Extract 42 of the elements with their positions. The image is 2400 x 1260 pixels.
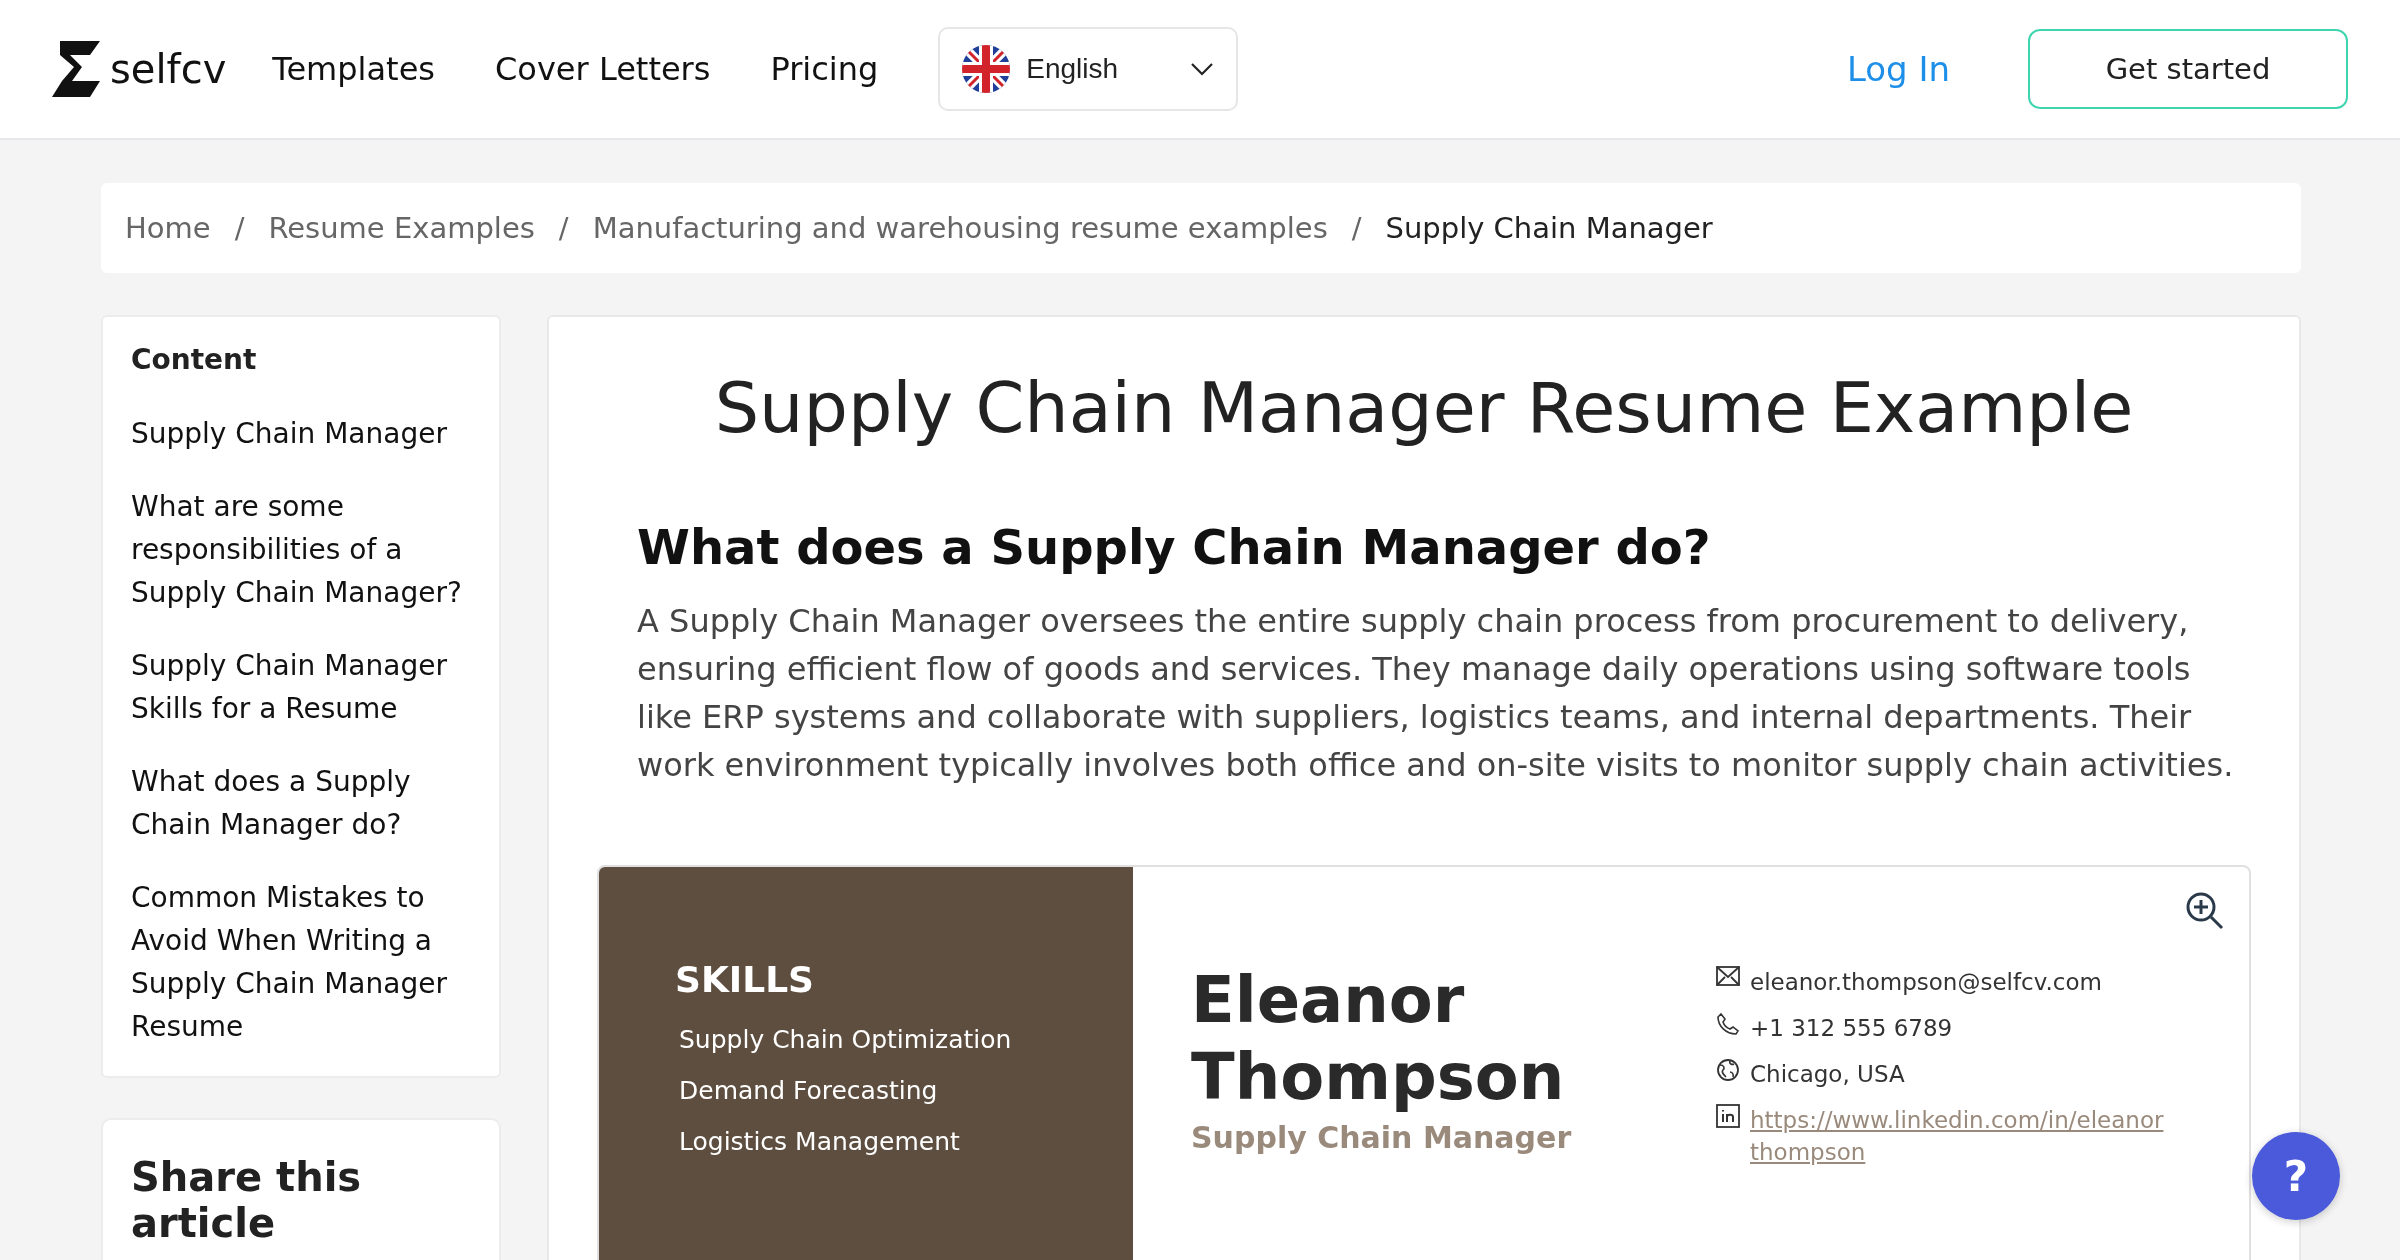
help-button[interactable]: ? [2252, 1132, 2340, 1220]
nav-link[interactable]: Templates [272, 50, 435, 88]
logo-text[interactable]: selfcv [110, 46, 227, 92]
contents-link[interactable]: What does a Supply Chain Manager do? [131, 760, 471, 846]
resume-name: Eleanor [1191, 962, 1466, 1039]
envelope-icon [1716, 966, 1740, 986]
linkedin-icon [1716, 1104, 1740, 1128]
flag-icon [962, 45, 1011, 93]
skill-item: Supply Chain Optimization [679, 1024, 1013, 1056]
contents-link[interactable]: Common Mistakes to Avoid When Writing a Supply Chain Manager Resume [131, 876, 471, 1048]
resume-name: Thompson [1191, 1039, 1566, 1116]
nav-link[interactable]: Pricing [770, 50, 879, 88]
resume-role: Supply Chain Manager [1191, 1120, 1573, 1155]
breadcrumb-link[interactable]: Resume Examples [268, 211, 535, 245]
phone-icon [1716, 1012, 1740, 1036]
breadcrumb-separator: / [1351, 211, 1362, 245]
get-started-button[interactable]: Get started [2028, 29, 2348, 109]
contents-link[interactable]: What are some responsibilities of a Supply Chain Manager? [131, 485, 471, 614]
contents-link[interactable]: Supply Chain Manager Skills for a Resume [131, 644, 471, 730]
language-select[interactable]: English [938, 27, 1239, 111]
section-heading: What does a Supply Chain Manager do? [637, 519, 1712, 575]
skill-item: Logistics Management [679, 1126, 961, 1158]
contact-text: Chicago, USA [1750, 1060, 1905, 1089]
breadcrumb-link[interactable]: Supply Chain Manager [1385, 211, 1713, 245]
contact-text: +1 312 555 6789 [1750, 1014, 1953, 1043]
breadcrumb-separator: / [234, 211, 245, 245]
share-title: Share this article [131, 1154, 363, 1246]
contact-text: eleanor.thompson@selfcv.com [1750, 968, 2102, 997]
chevron-down-icon [1190, 62, 1215, 76]
globe-icon [1716, 1058, 1740, 1082]
section-paragraph: A Supply Chain Manager oversees the entire supply chain process from procurement to delivery, ensuring efficient flow of goods and services. They manage daily operations using software tools like ERP systems and collaborate with suppliers, logistics teams, and internal departments. Their work environment typically involves both office and on-site visits to monitor supply chain activities. [637, 601, 2235, 786]
article-title: Supply Chain Manager Resume Example [713, 367, 2135, 449]
zoom-in-icon[interactable] [2185, 891, 2225, 931]
skill-item: Demand Forecasting [679, 1075, 939, 1107]
logo-icon[interactable] [52, 41, 100, 97]
contents-title: Content [131, 343, 258, 376]
breadcrumb-separator: / [558, 211, 569, 245]
nav-link[interactable]: Cover Letters [495, 50, 711, 88]
breadcrumb-link[interactable]: Manufacturing and warehousing resume examples [592, 211, 1328, 245]
breadcrumb-link[interactable]: Home [125, 211, 211, 245]
contents-link[interactable]: Supply Chain Manager [131, 412, 471, 455]
skills-title: SKILLS [675, 959, 816, 1000]
